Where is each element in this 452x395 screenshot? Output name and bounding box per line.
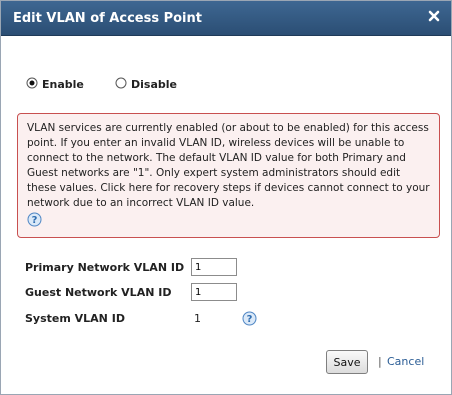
cancel-link[interactable]: Cancel: [387, 355, 424, 368]
svg-text:?: ?: [32, 215, 38, 226]
primary-vlan-input[interactable]: [191, 258, 237, 276]
dialog-titlebar[interactable]: Edit VLAN of Access Point: [1, 1, 451, 36]
help-icon[interactable]: ?: [27, 212, 42, 230]
system-vlan-label: System VLAN ID: [25, 312, 125, 325]
vlan-warning-text[interactable]: VLAN services are currently enabled (or …: [27, 121, 431, 211]
dialog-title: Edit VLAN of Access Point: [13, 11, 202, 26]
guest-vlan-label: Guest Network VLAN ID: [25, 286, 172, 299]
svg-text:?: ?: [247, 314, 253, 325]
close-icon[interactable]: [426, 8, 442, 24]
radio-checked-icon[interactable]: [26, 77, 38, 89]
disable-radio-label: Disable: [131, 78, 177, 91]
system-vlan-value: 1: [194, 312, 201, 325]
enable-radio-label: Enable: [42, 78, 84, 91]
vlan-warning-box: VLAN services are currently enabled (or …: [17, 113, 440, 238]
footer-separator: |: [378, 355, 382, 368]
guest-vlan-input[interactable]: [191, 283, 237, 301]
radio-unchecked-icon[interactable]: [115, 77, 127, 89]
save-button[interactable]: Save: [326, 350, 368, 374]
primary-vlan-label: Primary Network VLAN ID: [25, 261, 185, 274]
edit-vlan-dialog: Edit VLAN of Access Point Enable Disable…: [0, 0, 452, 395]
help-icon[interactable]: ?: [242, 311, 257, 329]
